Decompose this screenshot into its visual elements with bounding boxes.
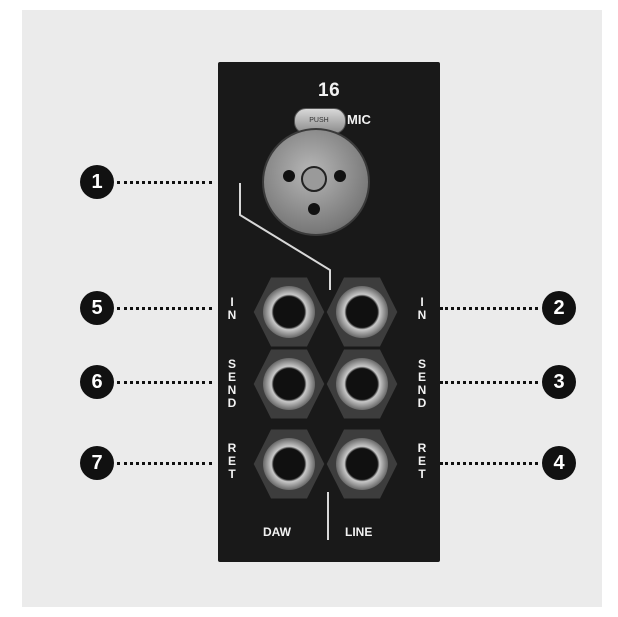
daw-ret-jack (253, 428, 325, 500)
label-in-left: I N (227, 295, 237, 322)
label-send-right: S E N D (417, 357, 427, 410)
line-label: LINE (345, 525, 373, 539)
callout-2: 2 (542, 291, 576, 325)
callout-6: 6 (80, 365, 114, 399)
daw-in-jack (253, 276, 325, 348)
line-ret-jack (326, 428, 398, 500)
leader-1 (117, 181, 212, 184)
callout-3: 3 (542, 365, 576, 399)
mic-label: MIC (347, 112, 371, 127)
label-send-left: S E N D (227, 357, 237, 410)
leader-6 (117, 381, 212, 384)
callout-1: 1 (80, 165, 114, 199)
callout-5: 5 (80, 291, 114, 325)
callout-4: 4 (542, 446, 576, 480)
leader-2 (440, 307, 538, 310)
line-send-jack (326, 348, 398, 420)
leader-3 (440, 381, 538, 384)
line-in-jack (326, 276, 398, 348)
label-in-right: I N (417, 295, 427, 322)
daw-line-divider (327, 492, 329, 540)
callout-7: 7 (80, 446, 114, 480)
daw-send-jack (253, 348, 325, 420)
daw-label: DAW (263, 525, 291, 539)
leader-5 (117, 307, 212, 310)
channel-number: 16 (318, 80, 341, 101)
xlr-latch-label: PUSH (309, 117, 329, 124)
label-ret-right: R E T (417, 441, 427, 481)
label-ret-left: R E T (227, 441, 237, 481)
leader-4 (440, 462, 538, 465)
leader-7 (117, 462, 212, 465)
